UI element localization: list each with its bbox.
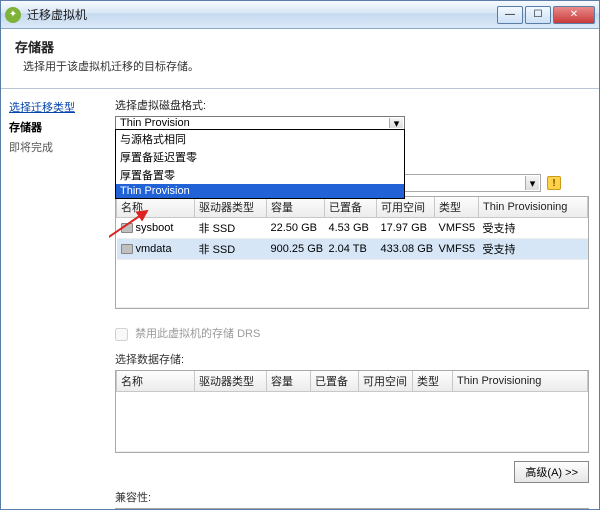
window-title: 迁移虚拟机 [27,6,497,23]
table-row[interactable]: sysboot 非 SSD 22.50 GB 4.53 GB 17.97 GB … [117,218,588,239]
disable-sdrs-label: 禁用此虚拟机的存储 DRS [135,328,260,340]
col-drive-type[interactable]: 驱动器类型 [195,371,267,392]
col-free[interactable]: 可用空间 [359,371,413,392]
col-provisioned[interactable]: 已置备 [311,371,359,392]
disk-format-combo[interactable]: Thin Provision ▾ [115,116,405,130]
col-drive-type[interactable]: 驱动器类型 [195,197,267,218]
step-ready: 即将完成 [9,139,101,155]
compatibility-label: 兼容性: [115,489,589,505]
disk-format-value: Thin Provision [120,117,190,129]
col-name[interactable]: 名称 [117,371,195,392]
format-opt-same[interactable]: 与源格式相同 [116,130,404,148]
disk-format-dropdown[interactable]: 与源格式相同 厚置备延迟置零 厚置备置零 Thin Provision [115,129,405,199]
selected-datastore-grid[interactable]: 名称 驱动器类型 容量 已置备 可用空间 类型 Thin Provisionin… [115,370,589,453]
datastore-icon [121,244,133,254]
advanced-button[interactable]: 高级(A) >> [514,461,589,483]
col-type[interactable]: 类型 [435,197,479,218]
format-opt-thin[interactable]: Thin Provision [116,184,404,198]
vsphere-icon: ✦ [5,7,21,23]
disable-sdrs-checkbox [115,328,128,341]
col-type[interactable]: 类型 [413,371,453,392]
wizard-banner: 存储器 选择用于该虚拟机迁移的目标存储。 [1,29,599,89]
wizard-steps: 选择迁移类型 存储器 即将完成 [1,89,109,509]
close-button[interactable]: ✕ [553,6,595,24]
banner-heading: 存储器 [15,37,585,56]
maximize-button[interactable]: ☐ [525,6,551,24]
datastore-icon [121,223,133,233]
col-capacity[interactable]: 容量 [267,371,311,392]
compatibility-box: 验证成功 [115,508,589,509]
format-opt-thick-eager[interactable]: 厚置备置零 [116,166,404,184]
main-panel: 选择虚拟磁盘格式: Thin Provision ▾ 与源格式相同 厚置备延迟置… [109,89,599,509]
select-datastore-label: 选择数据存储: [115,351,589,367]
titlebar[interactable]: ✦ 迁移虚拟机 — ☐ ✕ [1,1,599,29]
chevron-down-icon: ▾ [525,176,539,190]
step-migration-type[interactable]: 选择迁移类型 [9,99,101,115]
datastore-grid[interactable]: 名称 驱动器类型 容量 已置备 可用空间 类型 Thin Provisionin… [115,196,589,309]
disk-format-label: 选择虚拟磁盘格式: [115,97,589,113]
col-capacity[interactable]: 容量 [267,197,325,218]
col-thin[interactable]: Thin Provisioning [479,197,588,218]
banner-sub: 选择用于该虚拟机迁移的目标存储。 [15,58,585,74]
format-opt-thick-lazy[interactable]: 厚置备延迟置零 [116,148,404,166]
disable-sdrs-row: 禁用此虚拟机的存储 DRS [115,325,589,341]
step-storage: 存储器 [9,119,101,135]
col-name[interactable]: 名称 [117,197,195,218]
migrate-vm-window: ✦ 迁移虚拟机 — ☐ ✕ 存储器 选择用于该虚拟机迁移的目标存储。 选择迁移类… [0,0,600,510]
col-thin[interactable]: Thin Provisioning [453,371,588,392]
col-provisioned[interactable]: 已置备 [325,197,377,218]
col-free[interactable]: 可用空间 [377,197,435,218]
chevron-down-icon: ▾ [389,118,403,128]
minimize-button[interactable]: — [497,6,523,24]
table-row[interactable]: vmdata 非 SSD 900.25 GB 2.04 TB 433.08 GB… [117,239,588,260]
warning-icon: ! [547,176,561,190]
